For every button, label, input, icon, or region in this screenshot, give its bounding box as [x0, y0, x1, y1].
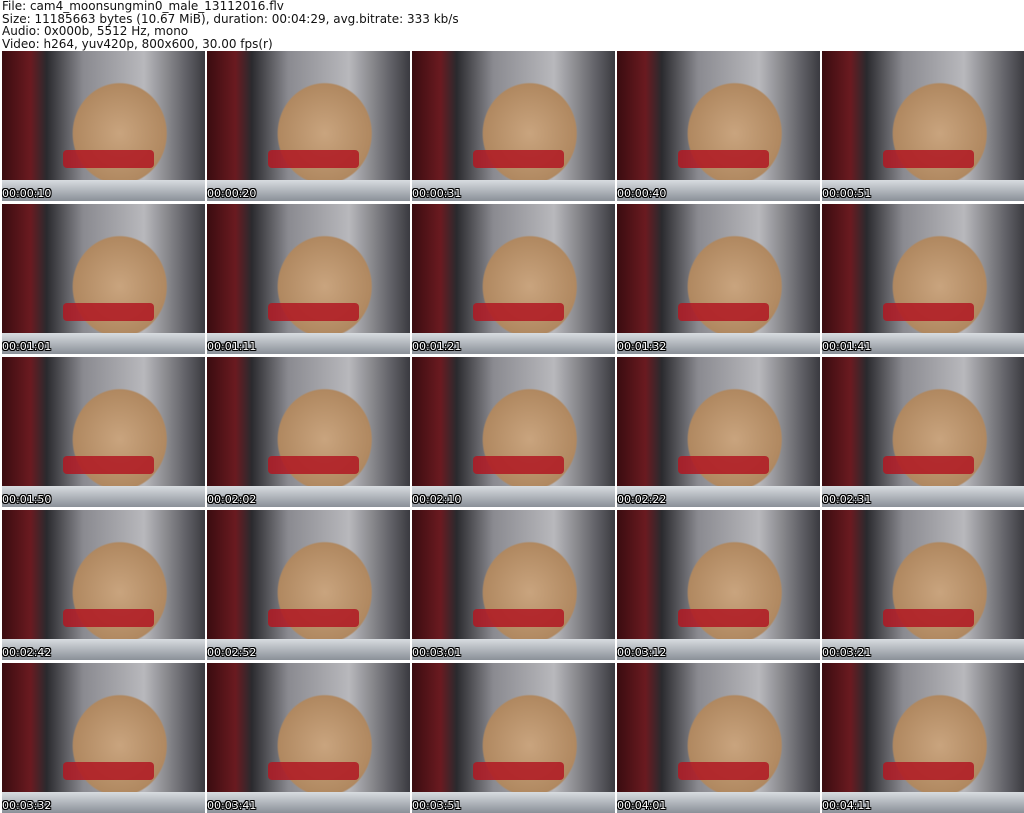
- video-thumbnail: 00:00:51: [822, 51, 1024, 201]
- thumbnail-image-detail: [472, 456, 565, 474]
- thumbnail-image-detail: [677, 150, 770, 168]
- thumbnail-timestamp: 00:04:11: [822, 799, 872, 812]
- thumbnail-timestamp: 00:03:21: [822, 646, 872, 659]
- thumbnail-image-detail: [677, 609, 770, 627]
- thumbnail-image-detail: [267, 150, 360, 168]
- thumbnail-timestamp: 00:00:51: [822, 187, 872, 200]
- thumbnail-timestamp: 00:00:40: [617, 187, 667, 200]
- thumbnail-timestamp: 00:02:10: [412, 493, 462, 506]
- video-thumbnail: 00:03:21: [822, 510, 1024, 660]
- video-thumbnail: 00:00:10: [2, 51, 205, 201]
- thumbnail-timestamp: 00:03:51: [412, 799, 462, 812]
- video-thumbnail: 00:03:12: [617, 510, 820, 660]
- thumbnail-image-detail: [882, 150, 975, 168]
- thumbnail-image-detail: [62, 609, 155, 627]
- thumbnail-timestamp: 00:03:12: [617, 646, 667, 659]
- thumbnail-timestamp: 00:01:11: [207, 340, 257, 353]
- file-info-header: File: cam4_moonsungmin0_male_13112016.fl…: [2, 0, 459, 50]
- video-thumbnail: 00:04:11: [822, 663, 1024, 813]
- thumbnail-image-detail: [882, 456, 975, 474]
- thumbnail-timestamp: 00:01:32: [617, 340, 667, 353]
- audio-info: Audio: 0x000b, 5512 Hz, mono: [2, 24, 189, 38]
- video-thumbnail: 00:03:01: [412, 510, 615, 660]
- video-thumbnail: 00:01:21: [412, 204, 615, 354]
- video-thumbnail: 00:00:20: [207, 51, 410, 201]
- video-thumbnail: 00:01:32: [617, 204, 820, 354]
- thumbnail-timestamp: 00:02:22: [617, 493, 667, 506]
- thumbnail-timestamp: 00:01:41: [822, 340, 872, 353]
- thumbnail-image-detail: [62, 150, 155, 168]
- thumbnail-image-detail: [267, 609, 360, 627]
- thumbnail-image-detail: [472, 609, 565, 627]
- video-thumbnail: 00:04:01: [617, 663, 820, 813]
- video-info: Video: h264, yuv420p, 800x600, 30.00 fps…: [2, 36, 273, 51]
- thumbnail-image-detail: [472, 150, 565, 168]
- thumbnail-timestamp: 00:03:01: [412, 646, 462, 659]
- thumbnail-image-detail: [267, 456, 360, 474]
- thumbnail-image-detail: [472, 303, 565, 321]
- thumbnail-grid: 00:00:10 00:00:20 00:00:31 00:00:40 00:00:51…: [0, 51, 1024, 813]
- video-thumbnail: 00:03:51: [412, 663, 615, 813]
- video-thumbnail: 00:02:22: [617, 357, 820, 507]
- video-thumbnail: 00:02:10: [412, 357, 615, 507]
- thumbnail-timestamp: 00:03:32: [2, 799, 52, 812]
- thumbnail-timestamp: 00:02:31: [822, 493, 872, 506]
- thumbnail-image-detail: [267, 762, 360, 780]
- thumbnail-timestamp: 00:03:41: [207, 799, 257, 812]
- video-thumbnail: 00:01:01: [2, 204, 205, 354]
- video-thumbnail: 00:01:11: [207, 204, 410, 354]
- file-name: File: cam4_moonsungmin0_male_13112016.fl…: [2, 0, 284, 13]
- thumbnail-image-detail: [267, 303, 360, 321]
- thumbnail-image-detail: [62, 456, 155, 474]
- thumbnail-timestamp: 00:01:01: [2, 340, 52, 353]
- thumbnail-image-detail: [472, 762, 565, 780]
- thumbnail-image-detail: [677, 303, 770, 321]
- thumbnail-timestamp: 00:00:20: [207, 187, 257, 200]
- video-thumbnail: 00:00:31: [412, 51, 615, 201]
- thumbnail-image-detail: [882, 762, 975, 780]
- video-thumbnail: 00:02:52: [207, 510, 410, 660]
- video-thumbnail: 00:03:41: [207, 663, 410, 813]
- video-thumbnail: 00:03:32: [2, 663, 205, 813]
- thumbnail-image-detail: [677, 456, 770, 474]
- video-thumbnail: 00:00:40: [617, 51, 820, 201]
- video-thumbnail: 00:02:31: [822, 357, 1024, 507]
- thumbnail-image-detail: [677, 762, 770, 780]
- thumbnail-image-detail: [882, 303, 975, 321]
- thumbnail-timestamp: 00:01:50: [2, 493, 52, 506]
- thumbnail-timestamp: 00:04:01: [617, 799, 667, 812]
- thumbnail-timestamp: 00:02:42: [2, 646, 52, 659]
- thumbnail-timestamp: 00:02:02: [207, 493, 257, 506]
- video-thumbnail: 00:02:02: [207, 357, 410, 507]
- thumbnail-image-detail: [882, 609, 975, 627]
- thumbnail-timestamp: 00:00:10: [2, 187, 52, 200]
- thumbnail-timestamp: 00:02:52: [207, 646, 257, 659]
- video-thumbnail: 00:01:50: [2, 357, 205, 507]
- video-thumbnail: 00:01:41: [822, 204, 1024, 354]
- thumbnail-image-detail: [62, 762, 155, 780]
- video-thumbnail: 00:02:42: [2, 510, 205, 660]
- thumbnail-timestamp: 00:01:21: [412, 340, 462, 353]
- thumbnail-image-detail: [62, 303, 155, 321]
- thumbnail-timestamp: 00:00:31: [412, 187, 462, 200]
